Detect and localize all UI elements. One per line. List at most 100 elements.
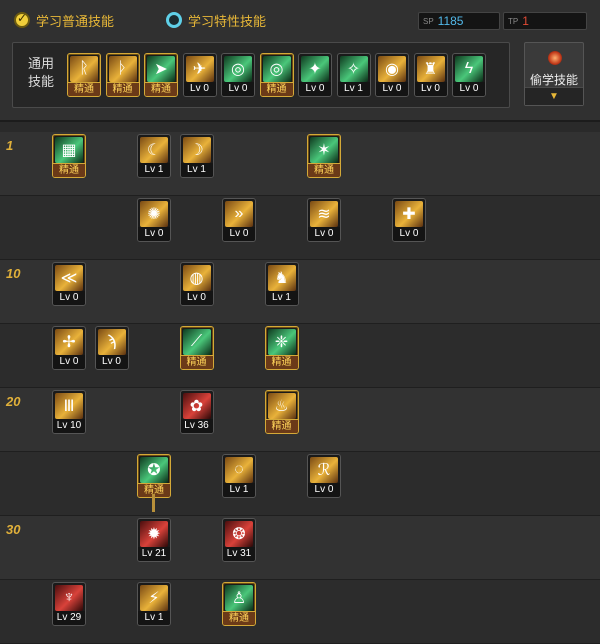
skill-icon[interactable]: ✚ Lv 0 xyxy=(392,198,426,242)
header-panel: 学习普通技能 学习特性技能 SP 1185 TP 1 通用技能 ᚱ精通ᚦ精通➤精… xyxy=(0,0,600,122)
skill-art-icon: ✺ xyxy=(140,201,168,227)
skill-tree-row: ✢ Lv 0 ϡ Lv 0 ⟋ 精通 ❈ 精通 xyxy=(0,324,600,388)
dropdown-arrow-icon[interactable]: ▼ xyxy=(525,87,583,105)
skill-level-label: 精通 xyxy=(53,163,85,177)
skill-connector-line xyxy=(152,494,155,512)
skill-icon[interactable]: ◎ 精通 xyxy=(259,53,294,97)
skill-level-label: 精通 xyxy=(223,611,255,625)
skill-art-icon: ✦ xyxy=(301,56,329,82)
skill-icon[interactable]: ϟ Lv 0 xyxy=(452,53,486,97)
skill-icon[interactable]: ◍ Lv 0 xyxy=(179,262,214,306)
skill-icon[interactable]: ⟋ 精通 xyxy=(179,326,214,370)
skill-art-icon: ≪ xyxy=(55,265,83,291)
skill-art-icon: ❂ xyxy=(225,521,253,547)
skill-level-label: Lv 0 xyxy=(95,355,128,369)
skill-level-label: Lv 0 xyxy=(53,291,85,305)
tab-trait-skills[interactable]: 学习特性技能 xyxy=(166,10,266,30)
row-level-label: 20 xyxy=(6,394,21,409)
skill-icon[interactable]: ➤ 精通 xyxy=(144,53,178,97)
skill-tree-row: 1 ▦ 精通 ☾ Lv 1 ☽ Lv 1 ✶ 精通 xyxy=(0,132,600,196)
skill-icon[interactable]: ≋ Lv 0 xyxy=(307,198,341,242)
skill-art-icon: ☽ xyxy=(182,137,211,163)
skill-level-label: Lv 1 xyxy=(180,163,213,177)
skill-icon[interactable]: ◎ Lv 0 xyxy=(221,53,255,97)
skill-level-label: Lv 36 xyxy=(180,419,213,433)
checkbox-icon xyxy=(14,11,30,28)
skill-icon[interactable]: ◌ Lv 1 xyxy=(222,454,256,498)
row-level-label: 1 xyxy=(6,138,14,153)
skill-art-icon: ✿ xyxy=(182,393,211,419)
skill-art-icon: ᚦ xyxy=(108,56,137,82)
skill-art-icon: ➤ xyxy=(147,56,175,82)
steal-skill-button[interactable]: 偷学技能 ▼ xyxy=(524,42,584,106)
skill-icon[interactable]: ≪ Lv 0 xyxy=(52,262,86,306)
skill-icon[interactable]: ᚱ 精通 xyxy=(67,53,101,97)
skill-level-label: Lv 0 xyxy=(299,82,331,96)
skill-icon[interactable]: ♜ Lv 0 xyxy=(413,53,448,97)
common-skills-panel: 通用技能 ᚱ 精通 ᚦ 精通 ➤ 精通 ✈ Lv 0 ◎ Lv 0 ◎ 精通 ✦ Lv 0 ✧ Lv 1 ◉ Lv… xyxy=(12,42,510,108)
skill-level-label: Lv 29 xyxy=(53,611,85,625)
skill-icon[interactable]: ✿ Lv 36 xyxy=(179,390,214,434)
skill-tree-row: ✪ 精通 ◌ Lv 1 ℛ Lv 0 xyxy=(0,452,600,516)
radio-icon xyxy=(166,12,182,28)
sp-value: 1185 xyxy=(437,14,464,28)
skill-level-label: Lv 0 xyxy=(180,291,213,305)
skill-icon[interactable]: ✹ Lv 21 xyxy=(137,518,171,562)
skill-icon[interactable]: ♞ Lv 1 xyxy=(264,262,299,306)
skill-art-icon: ◉ xyxy=(378,56,406,82)
skill-icon[interactable]: ❈ 精通 xyxy=(264,326,299,370)
tab-trait-label: 学习特性技能 xyxy=(188,13,267,29)
skill-icon[interactable]: ✪ 精通 xyxy=(137,454,171,498)
skill-icon[interactable]: ◉ Lv 0 xyxy=(375,53,409,97)
skill-icon[interactable]: » Lv 0 xyxy=(222,198,256,242)
skill-icon[interactable]: ✶ 精通 xyxy=(307,134,341,178)
skill-level-label: 精通 xyxy=(308,163,340,177)
skill-level-label: Lv 0 xyxy=(223,227,255,241)
skill-icon[interactable]: ▦ 精通 xyxy=(52,134,86,178)
tab-normal-label: 学习普通技能 xyxy=(36,13,115,29)
skill-art-icon: ▦ xyxy=(55,137,83,163)
skill-icon[interactable]: ✦ Lv 0 xyxy=(298,53,332,97)
skill-icon[interactable]: ✺ Lv 0 xyxy=(137,198,171,242)
skill-art-icon: ◌ xyxy=(225,457,253,483)
skill-art-icon: ℛ xyxy=(310,457,338,483)
skill-icon[interactable]: ♆ Lv 29 xyxy=(52,582,86,626)
skill-level-label: Lv 0 xyxy=(222,82,254,96)
skill-icon[interactable]: ♙ 精通 xyxy=(222,582,256,626)
skill-level-label: Lv 1 xyxy=(138,611,170,625)
skill-icon[interactable]: ✈ Lv 0 xyxy=(182,53,217,97)
skill-art-icon: ❈ xyxy=(267,329,296,355)
skill-tree-row: ✺ Lv 0» Lv 0 ≋ Lv 0 ✚ Lv 0 xyxy=(0,196,600,260)
skill-icon[interactable]: ϡ Lv 0 xyxy=(94,326,129,370)
skill-tree-row: 10 ≪ Lv 0 ◍ Lv 0 ♞ Lv 1 xyxy=(0,260,600,324)
skill-icon[interactable]: ♨ 精通 xyxy=(264,390,299,434)
tab-normal-skills[interactable]: 学习普通技能 xyxy=(14,10,114,30)
skill-art-icon: ≋ xyxy=(310,201,338,227)
skill-art-icon: ⟋ xyxy=(182,329,211,355)
skill-level-label: Lv 0 xyxy=(308,483,340,497)
skill-tree-row: ♆ Lv 29 ⚡ Lv 1 ♙ 精通 xyxy=(0,580,600,644)
skill-art-icon: ✢ xyxy=(55,329,83,355)
skill-icon[interactable]: ☽ Lv 1 xyxy=(179,134,214,178)
skill-level-label: Lv 21 xyxy=(138,547,170,561)
skill-icon[interactable]: ✧ Lv 1 xyxy=(336,53,371,97)
skill-art-icon: ✧ xyxy=(339,56,368,82)
skill-icon[interactable]: ⚡ Lv 1 xyxy=(137,582,171,626)
skill-icon[interactable]: ☾ Lv 1 xyxy=(137,134,171,178)
skill-art-icon: ᚱ xyxy=(70,56,98,82)
tp-counter: TP 1 xyxy=(503,12,587,30)
skill-icon[interactable]: ✢ Lv 0 xyxy=(52,326,86,370)
row-level-label: 10 xyxy=(6,266,21,281)
skill-icon[interactable]: ᚦ 精通 xyxy=(105,53,140,97)
skill-art-icon: ♆ xyxy=(55,585,83,611)
skill-art-icon: ♞ xyxy=(267,265,296,291)
skill-art-icon: ϡ xyxy=(97,329,126,355)
skill-icon[interactable]: ❂ Lv 31 xyxy=(222,518,256,562)
skill-icon[interactable]: ℛ Lv 0 xyxy=(307,454,341,498)
skill-art-icon: ◍ xyxy=(182,265,211,291)
skill-level-label: 精通 xyxy=(180,355,213,369)
skill-icon[interactable]: Ⅲ Lv 10 xyxy=(52,390,86,434)
sp-tag: SP xyxy=(423,16,434,26)
common-skills-label: 通用技能 xyxy=(27,56,54,89)
skill-level-label: Lv 1 xyxy=(265,291,298,305)
